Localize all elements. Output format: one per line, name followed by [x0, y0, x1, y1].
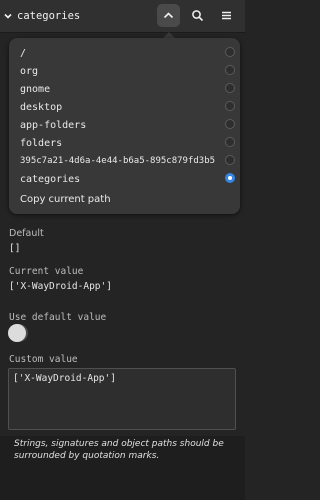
path-item-label: desktop	[20, 101, 63, 113]
search-icon	[192, 10, 204, 22]
path-item-label: 395c7a21-4d6a-4e44-b6a5-895c879fd3b5	[20, 156, 216, 166]
chevron-up-icon	[163, 12, 174, 19]
search-button[interactable]	[186, 4, 209, 27]
radio-button[interactable]	[225, 137, 235, 147]
radio-button[interactable]	[225, 65, 235, 75]
radio-button[interactable]	[225, 47, 235, 57]
custom-value-label: Custom value	[9, 354, 78, 365]
default-value: []	[9, 243, 21, 254]
popover-toggle-button[interactable]	[157, 4, 180, 27]
radio-button[interactable]	[225, 83, 235, 93]
path-item[interactable]: categories	[9, 170, 240, 188]
current-value: ['X-WayDroid-App']	[9, 281, 112, 292]
path-item[interactable]: 395c7a21-4d6a-4e44-b6a5-895c879fd3b5	[9, 152, 240, 170]
menu-icon	[222, 11, 231, 20]
chevron-down-icon	[4, 13, 12, 19]
path-item[interactable]: org	[9, 62, 240, 80]
radio-button[interactable]	[225, 155, 235, 165]
path-label: categories	[17, 10, 81, 22]
copy-path-item[interactable]: Copy current path	[20, 194, 111, 205]
custom-value-text: ['X-WayDroid-App']	[13, 373, 116, 384]
path-item-label: org	[20, 65, 39, 77]
hint-text: Strings, signatures and object paths sho…	[14, 439, 224, 461]
path-item-label: gnome	[20, 83, 51, 95]
path-item-label: app-folders	[20, 119, 87, 131]
path-popover: / org gnome desktop app-folders folders …	[9, 38, 240, 214]
path-item[interactable]: /	[9, 44, 240, 62]
radio-button[interactable]	[225, 101, 235, 111]
default-label: Default	[9, 228, 44, 239]
custom-value-input[interactable]: ['X-WayDroid-App']	[8, 368, 236, 430]
path-item[interactable]: app-folders	[9, 116, 240, 134]
menu-button[interactable]	[215, 4, 238, 27]
path-button[interactable]: categories	[3, 4, 123, 28]
path-item-label: categories	[20, 173, 81, 185]
use-default-switch[interactable]	[8, 324, 28, 342]
header-bar: categories	[0, 0, 245, 33]
use-default-label: Use default value	[9, 312, 107, 323]
radio-button-selected[interactable]	[225, 173, 235, 183]
path-item-label: /	[20, 47, 27, 59]
radio-button[interactable]	[225, 119, 235, 129]
hint-area: Strings, signatures and object paths sho…	[0, 436, 245, 500]
path-item[interactable]: folders	[9, 134, 240, 152]
path-item-label: folders	[20, 137, 63, 149]
path-item[interactable]: desktop	[9, 98, 240, 116]
path-item[interactable]: gnome	[9, 80, 240, 98]
current-value-label: Current value	[9, 266, 84, 277]
